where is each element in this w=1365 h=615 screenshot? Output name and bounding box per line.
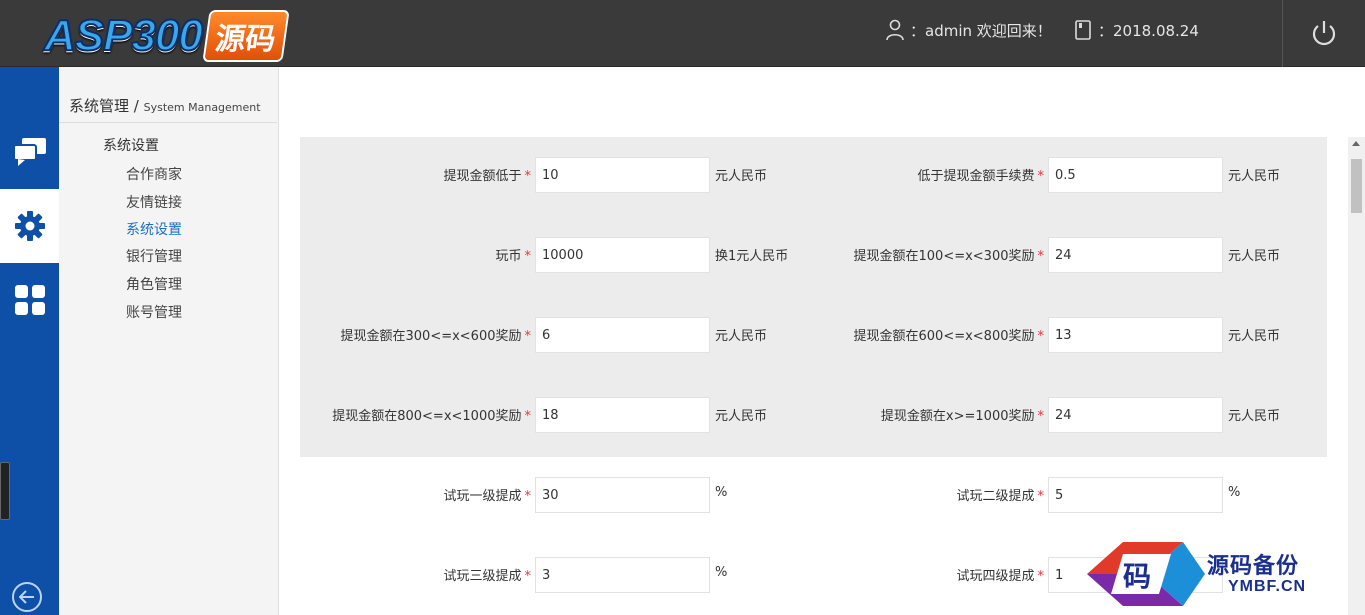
resize-handle[interactable]	[0, 462, 10, 520]
user-info: ：admin 欢迎回来！	[884, 18, 1052, 42]
field-label: 玩币 *	[495, 249, 531, 264]
withdraw-fee-input[interactable]	[1048, 157, 1223, 193]
logout-button[interactable]	[1282, 0, 1365, 67]
watermark-glyph: 码	[1123, 560, 1151, 593]
reward-300-600-input[interactable]	[535, 317, 710, 353]
field-unit: 元人民币	[715, 329, 768, 344]
gear-icon	[14, 211, 45, 241]
field-unit: 元人民币	[1228, 329, 1281, 344]
logo-badge: 源码	[202, 10, 290, 62]
field-label: 提现金额在600<=x<800奖励 *	[853, 329, 1045, 344]
field-label: 试玩二级提成 *	[956, 489, 1044, 504]
logo[interactable]: ASP300 源码	[43, 8, 290, 64]
scrollbar-thumb[interactable]	[1351, 159, 1362, 213]
field-unit: %	[1228, 485, 1241, 500]
date-info: ：2018.08.24	[1072, 18, 1199, 42]
side-menu: 系统管理 / System Management 系统设置 合作商家 友情链接 …	[59, 67, 279, 615]
iconbar-item-apps[interactable]	[0, 263, 59, 337]
field-unit: %	[715, 565, 728, 580]
watermark-logo-icon: 码	[1087, 542, 1205, 606]
field-unit: 元人民币	[715, 169, 768, 184]
menu-title-sub: System Management	[143, 101, 261, 114]
field-unit: %	[715, 485, 728, 500]
field-label: 提现金额在100<=x<300奖励 *	[853, 249, 1045, 264]
field-label: 提现金额在300<=x<600奖励 *	[340, 329, 532, 344]
chat-icon	[12, 138, 46, 166]
menu-item-system-settings[interactable]: 系统设置	[126, 219, 182, 239]
reward-800-1000-input[interactable]	[535, 397, 710, 433]
field-label: 试玩四级提成 *	[956, 569, 1044, 584]
icon-sidebar	[0, 67, 59, 615]
menu-item-bank-management[interactable]: 银行管理	[126, 246, 182, 266]
trial-level3-commission-input[interactable]	[535, 557, 710, 593]
user-welcome-text: ：admin 欢迎回来！	[910, 21, 1052, 40]
user-icon	[884, 18, 906, 42]
arrow-left-icon	[19, 590, 34, 604]
reward-600-800-input[interactable]	[1048, 317, 1223, 353]
iconbar-item-messages[interactable]	[0, 115, 59, 189]
iconbar-item-settings[interactable]	[0, 189, 59, 263]
field-unit: 元人民币	[1228, 169, 1281, 184]
field-unit: 元人民币	[1228, 249, 1281, 264]
watermark-domain: YMBF.CN	[1228, 578, 1307, 595]
menu-item-account-management[interactable]: 账号管理	[126, 302, 182, 322]
reward-1000-plus-input[interactable]	[1048, 397, 1223, 433]
field-label: 提现金额在800<=x<1000奖励 *	[332, 409, 531, 424]
watermark-title: 源码备份	[1207, 553, 1300, 579]
coin-rate-input[interactable]	[535, 237, 710, 273]
field-unit: 元人民币	[1228, 409, 1281, 424]
menu-divider	[59, 122, 277, 123]
date-text: ：2018.08.24	[1098, 21, 1199, 40]
collapse-sidebar-button[interactable]	[12, 582, 42, 612]
field-label: 提现金额低于 *	[443, 169, 531, 184]
field-label: 提现金额在x>=1000奖励 *	[880, 409, 1044, 424]
calendar-icon	[1072, 18, 1094, 42]
field-unit: 换1元人民币	[715, 249, 789, 264]
menu-title-main: 系统管理 /	[69, 97, 144, 115]
main-content: 提现金额低于* 元人民币 低于提现金额手续费* 元人民币 玩币* 换1元人民币 …	[279, 67, 1365, 615]
reward-100-300-input[interactable]	[1048, 237, 1223, 273]
trial-level1-commission-input[interactable]	[535, 477, 710, 513]
field-label: 试玩三级提成 *	[443, 569, 531, 584]
top-header: ASP300 源码 ：admin 欢迎回来！ ：2018.08.24	[0, 0, 1365, 67]
menu-item-role-management[interactable]: 角色管理	[126, 274, 182, 294]
power-icon	[1312, 20, 1336, 45]
watermark: 码 源码备份 YMBF.CN	[1083, 536, 1365, 615]
withdraw-min-input[interactable]	[535, 157, 710, 193]
menu-item-partners[interactable]: 合作商家	[126, 164, 182, 184]
menu-title: 系统管理 / System Management	[69, 95, 261, 116]
menu-group-system-settings[interactable]: 系统设置	[103, 135, 159, 155]
logo-text: ASP300	[43, 10, 204, 61]
scroll-up-icon[interactable]	[1352, 141, 1360, 146]
field-label: 试玩一级提成 *	[443, 489, 531, 504]
field-unit: 元人民币	[715, 409, 768, 424]
field-label: 低于提现金额手续费 *	[917, 169, 1044, 184]
trial-level2-commission-input[interactable]	[1048, 477, 1223, 513]
grid-icon	[14, 285, 45, 315]
menu-item-friend-links[interactable]: 友情链接	[126, 192, 182, 212]
